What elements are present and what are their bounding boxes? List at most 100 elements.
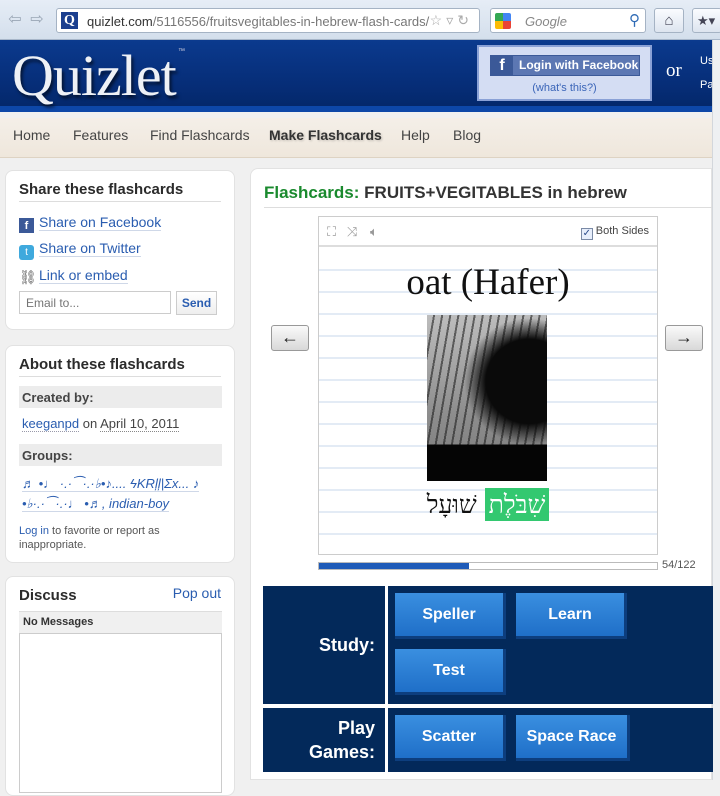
shuffle-icon[interactable]: ⤨ (347, 224, 357, 240)
nav-home[interactable]: Home (13, 127, 50, 143)
or-text: or (666, 60, 682, 81)
address-bar[interactable]: Q quizlet.com/5116556/fruitsvegitables-i… (56, 8, 480, 33)
groups-list: ♬ •♩ ·.·⁀·.·♭•♪.... ϟKRļļ|Σx... ♪ •♭·.·⁀… (22, 474, 200, 514)
link-icon: ⛓ (19, 269, 37, 285)
oat-image (427, 315, 547, 481)
group-link[interactable]: ♬ •♩ ·.·⁀·.·♭•♪.... ϟKRļļ|Σx... ♪ (22, 476, 200, 492)
progress-label: 54/122 (662, 559, 696, 571)
whats-this-link[interactable]: (what's this?) (479, 82, 650, 94)
url-path: /5116556/fruitsvegitables-in-hebrew-flas… (152, 14, 430, 29)
page-scrollbar[interactable] (712, 40, 720, 780)
created-by-header: Created by: (19, 386, 222, 408)
bookmarks-icon[interactable]: ★▾ (692, 8, 720, 33)
flashcard[interactable]: ⛶ ⤨ 🔈︎ ✓ Both Sides oat (Hafer) שִׁבֹּלֶת… (318, 216, 658, 555)
url-text[interactable]: quizlet.com/5116556/fruitsvegitables-in-… (87, 14, 429, 29)
main-nav: Home Features Find Flashcards Make Flash… (0, 118, 712, 158)
back-icon[interactable]: ⇦ (6, 11, 24, 29)
previous-card-button[interactable]: ← (271, 325, 309, 351)
discuss-panel: Discuss Pop out No Messages (5, 576, 235, 796)
google-icon (495, 13, 511, 29)
send-button[interactable]: Send (176, 291, 217, 315)
study-buttons: Speller Learn Test (388, 586, 713, 704)
definition-highlight: שִׁבֹּלֶת (484, 488, 550, 521)
title-prefix: Flashcards: (264, 183, 360, 202)
speller-button[interactable]: Speller (395, 593, 506, 639)
page-content: Share these flashcards f Share on Faceboo… (0, 159, 713, 796)
space-race-button[interactable]: Space Race (516, 715, 630, 761)
nav-features[interactable]: Features (73, 127, 128, 143)
share-twitter-link[interactable]: Share on Twitter (39, 240, 141, 257)
progress-fill (319, 563, 469, 569)
login-note: Log in to favorite or report as inapprop… (19, 524, 219, 552)
facebook-icon: f (19, 218, 34, 233)
reload-icon[interactable]: ↻ (457, 12, 473, 28)
flashcards-main: Flashcards: FRUITS+VEGITABLES in hebrew … (250, 168, 713, 780)
facebook-login-box: f Login with Facebook (what's this?) (477, 45, 652, 101)
home-icon[interactable]: ⌂ (654, 8, 684, 33)
share-twitter[interactable]: t Share on Twitter (19, 240, 141, 260)
both-sides-toggle[interactable]: ✓ Both Sides (580, 225, 649, 240)
share-facebook[interactable]: f Share on Facebook (19, 214, 162, 233)
messages-box[interactable] (19, 633, 222, 793)
study-modes: Study: Speller Learn Test Play Games: Sca… (263, 586, 713, 772)
fullscreen-icon[interactable]: ⛶ (327, 224, 336, 240)
card-face: oat (Hafer) שִׁבֹּלֶת שׁוּעָל (319, 249, 657, 554)
url-host: quizlet.com (87, 14, 153, 29)
dropdown-icon[interactable]: ▿ (446, 12, 457, 28)
browser-toolbar: ⇦ ⇨ Q quizlet.com/5116556/fruitsvegitabl… (0, 0, 720, 40)
nav-blog[interactable]: Blog (453, 127, 481, 143)
url-actions: ☆▿↻ (430, 12, 473, 29)
twitter-icon: t (19, 245, 34, 260)
nav-find-flashcards[interactable]: Find Flashcards (150, 127, 250, 143)
both-sides-checkbox[interactable]: ✓ (580, 228, 593, 240)
fb-login-label: Login with Facebook (519, 58, 639, 72)
learn-button[interactable]: Learn (516, 593, 627, 639)
search-icon[interactable]: ⚲ (629, 11, 640, 29)
share-facebook-link[interactable]: Share on Facebook (39, 214, 162, 231)
email-input[interactable] (19, 291, 171, 314)
quizlet-logo[interactable]: Quizlet (12, 42, 177, 109)
created-date: April 10, 2011 (100, 416, 180, 432)
site-header: Quizlet ™ f Login with Facebook (what's … (0, 40, 713, 112)
card-progress-bar (318, 562, 658, 570)
title-divider (264, 207, 712, 208)
search-bar[interactable]: Google ⚲ (490, 8, 646, 33)
site-favicon-icon: Q (61, 12, 78, 29)
study-label: Study: (263, 586, 385, 704)
created-by-line: keeganpd on April 10, 2011 (22, 416, 180, 432)
speaker-icon[interactable]: 🔈︎ (370, 224, 378, 240)
facebook-icon: f (491, 56, 513, 75)
share-title: Share these flashcards (19, 181, 221, 202)
link-embed[interactable]: ⛓ Link or embed (19, 267, 128, 285)
next-card-button[interactable]: → (665, 325, 703, 351)
card-term: oat (Hafer) (406, 262, 570, 303)
play-label: Play (337, 718, 375, 738)
about-panel: About these flashcards Created by: keega… (5, 345, 235, 563)
on-word: on (79, 416, 101, 431)
card-toolbar: ⛶ ⤨ 🔈︎ ✓ Both Sides (319, 217, 657, 247)
scatter-button[interactable]: Scatter (395, 715, 506, 761)
nav-make-flashcards[interactable]: Make Flashcards (269, 127, 382, 143)
group-link[interactable]: •♭·.·⁀·.·♩ •♬, indian-boy (22, 496, 170, 512)
login-link[interactable]: Log in (19, 525, 49, 537)
game-buttons: Scatter Space Race (388, 708, 713, 772)
play-games-label: Play Games: (263, 708, 385, 772)
pop-out-link[interactable]: Pop out (173, 585, 221, 601)
trademark: ™ (178, 48, 185, 55)
groups-header: Groups: (19, 444, 222, 466)
test-button[interactable]: Test (395, 649, 506, 695)
login-with-facebook-button[interactable]: f Login with Facebook (490, 55, 640, 76)
page-title: Flashcards: FRUITS+VEGITABLES in hebrew (264, 183, 627, 203)
creator-link[interactable]: keeganpd (22, 416, 80, 432)
no-messages-header: No Messages (19, 611, 222, 633)
definition-rest: שׁוּעָל (426, 490, 485, 519)
bookmark-star-icon[interactable]: ☆ (430, 12, 447, 28)
nav-help[interactable]: Help (401, 127, 430, 143)
both-sides-label: Both Sides (595, 225, 649, 237)
about-title: About these flashcards (19, 356, 221, 377)
forward-icon[interactable]: ⇨ (28, 11, 46, 29)
set-title: FRUITS+VEGITABLES in hebrew (359, 183, 627, 202)
share-panel: Share these flashcards f Share on Faceboo… (5, 170, 235, 330)
link-embed-link[interactable]: Link or embed (39, 267, 128, 284)
card-definition: שִׁבֹּלֶת שׁוּעָל (319, 488, 657, 521)
